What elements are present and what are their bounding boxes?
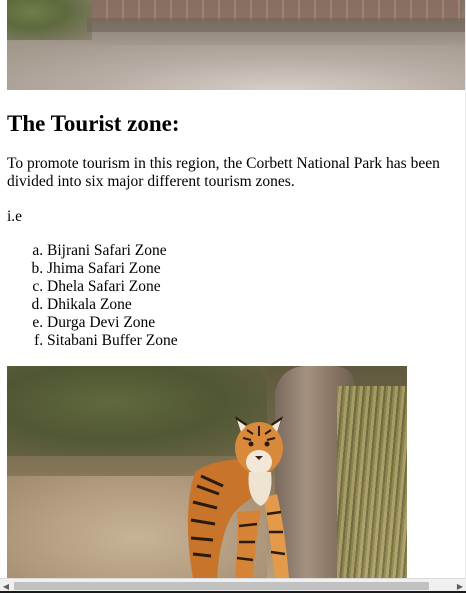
list-item: Jhima Safari Zone <box>47 260 178 278</box>
hero-ground <box>7 45 466 90</box>
hero-wall-base <box>87 18 466 32</box>
ie-label: i.e <box>7 208 23 225</box>
list-item: Sitabani Buffer Zone <box>47 332 178 350</box>
chevron-left-icon[interactable]: ◀ <box>2 582 10 591</box>
zone-list: Bijrani Safari Zone Jhima Safari Zone Dh… <box>7 242 178 350</box>
forest-path-image <box>7 0 466 90</box>
section-heading: The Tourist zone: <box>7 111 180 136</box>
list-item: Bijrani Safari Zone <box>47 242 178 260</box>
tiger-photo-grass <box>337 386 407 578</box>
tiger-photo <box>7 366 407 578</box>
scrollbar-thumb[interactable] <box>14 582 429 590</box>
list-item: Dhikala Zone <box>47 296 178 314</box>
chevron-right-icon[interactable]: ▶ <box>456 582 464 591</box>
hero-grass <box>7 0 92 40</box>
page: The Tourist zone: To promote tourism in … <box>0 0 466 593</box>
tiger-figure <box>187 416 289 578</box>
intro-paragraph: To promote tourism in this region, the C… <box>7 155 440 190</box>
list-item: Dhela Safari Zone <box>47 278 178 296</box>
list-item: Durga Devi Zone <box>47 314 178 332</box>
